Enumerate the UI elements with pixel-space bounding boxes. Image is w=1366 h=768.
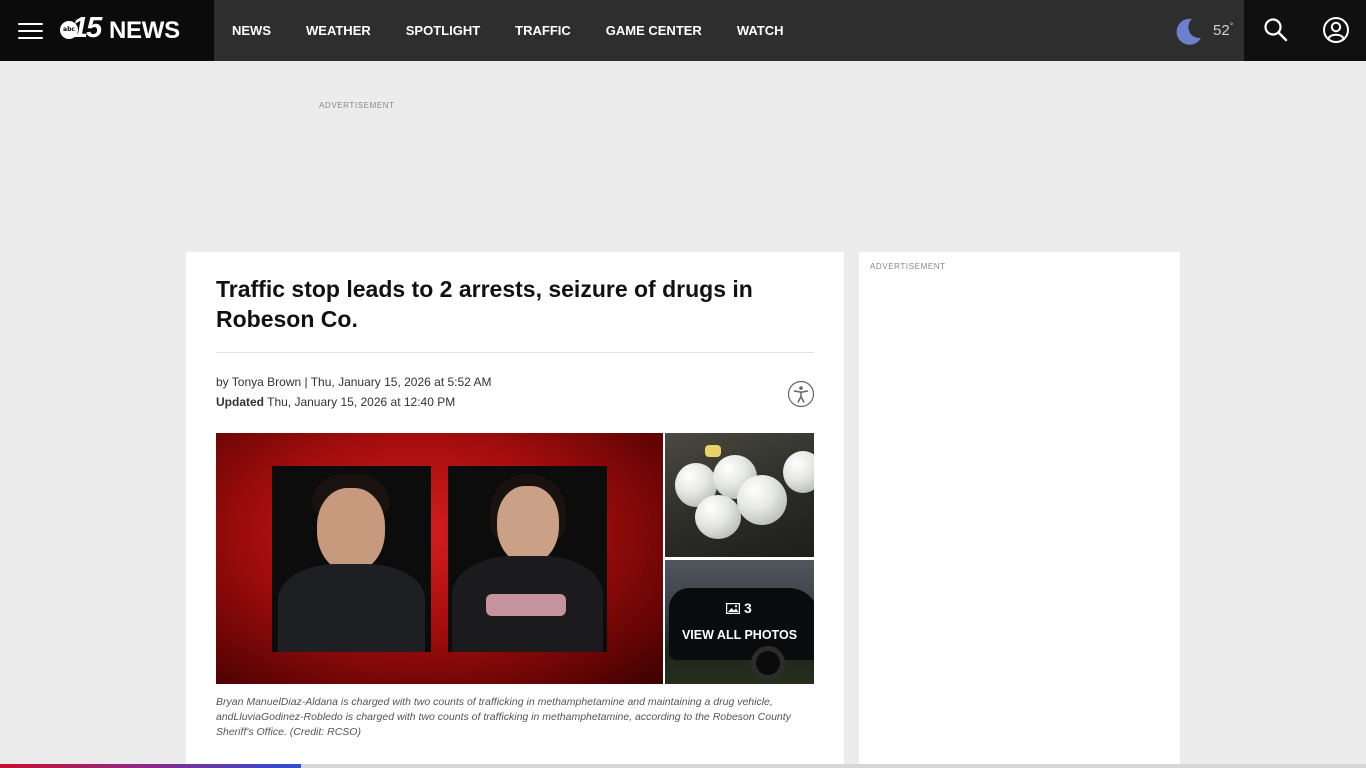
mugshot-left bbox=[272, 466, 431, 652]
top-ad-label: ADVERTISEMENT bbox=[319, 101, 395, 110]
search-icon[interactable] bbox=[1263, 17, 1289, 43]
article-byline: by Tonya Brown | Thu, January 15, 2026 a… bbox=[216, 375, 492, 389]
updated-timestamp: Thu, January 15, 2026 at 12:40 PM bbox=[264, 395, 456, 409]
main-nav: NEWS WEATHER SPOTLIGHT TRAFFIC GAME CENT… bbox=[232, 0, 819, 61]
article-updated: Updated Thu, January 15, 2026 at 12:40 P… bbox=[216, 395, 455, 409]
nav-item-news[interactable]: NEWS bbox=[232, 0, 271, 61]
header-tools bbox=[1244, 0, 1366, 61]
photo-gallery: 3 VIEW ALL PHOTOS bbox=[216, 433, 814, 684]
sidebar-ad-slot: ADVERTISEMENT bbox=[859, 252, 1180, 768]
reading-progress-bar bbox=[0, 764, 1366, 768]
nav-item-game-center[interactable]: GAME CENTER bbox=[606, 0, 702, 61]
mugshot-right bbox=[448, 466, 607, 652]
logo-wordmark: NEWS bbox=[109, 17, 180, 44]
updated-label: Updated bbox=[216, 395, 264, 409]
thumbnail-vehicle-photo[interactable]: 3 VIEW ALL PHOTOS bbox=[665, 560, 814, 684]
thumbnail-evidence-photo[interactable] bbox=[665, 433, 814, 557]
temperature-readout: 52° bbox=[1213, 21, 1233, 39]
moon-icon bbox=[1176, 18, 1201, 45]
photo-count-value: 3 bbox=[744, 600, 752, 616]
nav-item-spotlight[interactable]: SPOTLIGHT bbox=[406, 0, 480, 61]
nav-item-watch[interactable]: WATCH bbox=[737, 0, 784, 61]
article-card: Traffic stop leads to 2 arrests, seizure… bbox=[186, 252, 844, 768]
article-headline: Traffic stop leads to 2 arrests, seizure… bbox=[216, 276, 753, 332]
main-photo-mugshots[interactable] bbox=[216, 433, 663, 684]
photo-count: 3 bbox=[725, 600, 752, 616]
top-navigation-bar: abc 15 NEWS NEWS WEATHER SPOTLIGHT TRAFF… bbox=[0, 0, 1366, 61]
temperature-value: 52 bbox=[1213, 22, 1230, 39]
logo-channel-number: 15 bbox=[72, 12, 102, 44]
sidebar-ad-label: ADVERTISEMENT bbox=[870, 262, 946, 271]
photo-caption: Bryan ManuelDiaz-Aldana is charged with … bbox=[216, 696, 791, 738]
headline-divider bbox=[216, 352, 814, 353]
nav-item-weather[interactable]: WEATHER bbox=[306, 0, 371, 61]
accessibility-icon[interactable] bbox=[787, 380, 815, 408]
degree-symbol: ° bbox=[1229, 21, 1234, 31]
view-all-photos-overlay[interactable]: 3 VIEW ALL PHOTOS bbox=[665, 560, 814, 684]
nav-item-traffic[interactable]: TRAFFIC bbox=[515, 0, 571, 61]
reading-progress-fill bbox=[0, 764, 301, 768]
account-icon[interactable] bbox=[1322, 16, 1350, 44]
brand-area: abc 15 NEWS bbox=[0, 0, 214, 61]
view-all-photos-button[interactable]: VIEW ALL PHOTOS bbox=[665, 628, 814, 642]
menu-icon[interactable] bbox=[18, 21, 44, 41]
